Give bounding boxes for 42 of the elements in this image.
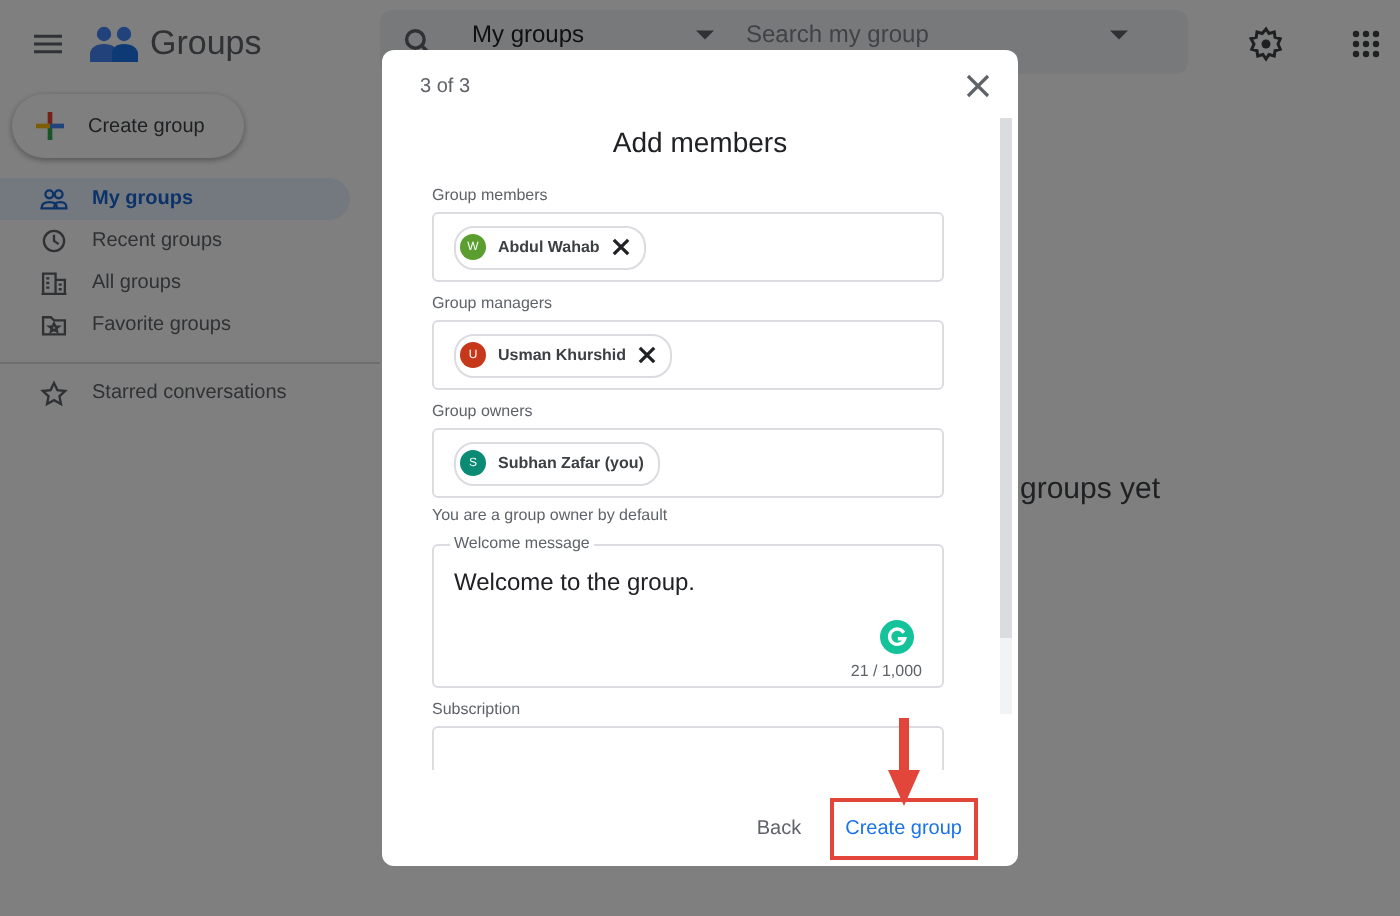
message-text: Welcome to the group. [454, 568, 698, 596]
sidebar-item[interactable]: Starred conversations [0, 372, 350, 414]
field-label: Group managers [432, 294, 555, 312]
chip-name: Subhan Zafar (you) [498, 454, 644, 472]
star-icon [40, 380, 68, 406]
apps-grid-icon[interactable] [1352, 30, 1380, 58]
empty-state-text: groups yet [1020, 472, 1161, 506]
sidebar-item[interactable]: My groups [0, 178, 350, 220]
caret-icon[interactable] [696, 29, 714, 39]
menu-icon[interactable] [34, 34, 62, 54]
create-group-button[interactable]: Create group [12, 94, 244, 158]
building-icon [40, 270, 68, 296]
app-title: Groups [150, 24, 264, 64]
caret-icon[interactable] [1110, 29, 1128, 39]
create-group-button[interactable]: Create group [829, 798, 978, 860]
field-label: Subscription [432, 700, 523, 718]
plus-icon [36, 112, 64, 140]
sidebar-item[interactable]: Recent groups [0, 220, 350, 262]
field-label: Group owners [432, 402, 535, 420]
clock-icon [40, 228, 68, 254]
helper-text: You are a group owner by default [432, 506, 670, 524]
settings-icon[interactable] [1248, 26, 1284, 62]
scope-dropdown[interactable]: My groups [472, 20, 696, 48]
close-icon[interactable] [966, 74, 990, 98]
dialog-title: Add members [610, 126, 790, 158]
grammar-assistant-icon[interactable] [880, 620, 914, 654]
pointer-arrow [887, 718, 920, 806]
folder-star-icon [40, 312, 68, 338]
sidebar-item[interactable]: All groups [0, 262, 350, 304]
search-field[interactable]: Search my group [742, 18, 1110, 50]
people-icon [40, 186, 68, 212]
search-icon[interactable] [404, 28, 432, 56]
chip-name: Usman Khurshid [498, 346, 627, 364]
people-logo-icon [90, 24, 138, 64]
sidebar-item[interactable]: Favorite groups [0, 304, 350, 346]
step-counter: 3 of 3 [420, 75, 471, 97]
remove-icon[interactable] [638, 346, 657, 364]
field-label: Welcome message [450, 534, 594, 552]
remove-icon[interactable] [611, 238, 630, 256]
field-label: Group members [432, 186, 550, 204]
chip-name: Abdul Wahab [498, 238, 600, 256]
character-counter: 21 / 1,000 [850, 662, 922, 680]
